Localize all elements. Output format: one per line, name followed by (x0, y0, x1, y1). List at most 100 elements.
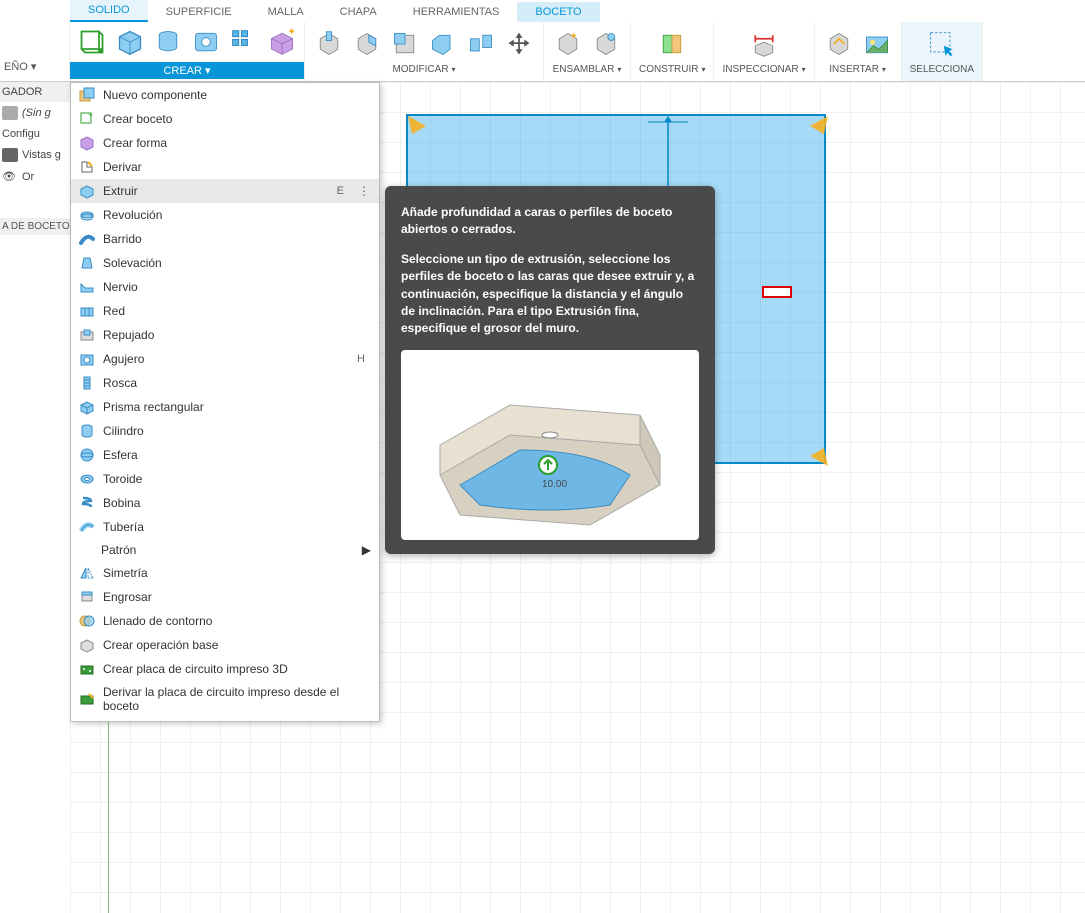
assemble-tool1-icon[interactable]: ✦ (552, 28, 584, 60)
menu-bobina[interactable]: Bobina (71, 491, 379, 515)
construir-label[interactable]: CONSTRUIR (639, 64, 705, 75)
menu-toroide[interactable]: Toroide (71, 467, 379, 491)
menu-derivar[interactable]: Derivar (71, 155, 379, 179)
folder-icon (2, 148, 18, 162)
modify-tool5-icon[interactable] (465, 28, 497, 60)
box-icon (79, 399, 95, 415)
menu-agujero[interactable]: AgujeroH (71, 347, 379, 371)
workspace-tabs: SOLIDO SUPERFICIE MALLA CHAPA HERRAMIENT… (0, 0, 1085, 22)
menu-crear-base[interactable]: Crear operación base (71, 633, 379, 657)
modify-tool3-icon[interactable] (389, 28, 421, 60)
menu-solevacion[interactable]: Solevación (71, 251, 379, 275)
insert-tool1-icon[interactable] (823, 28, 855, 60)
assemble-tool2-icon[interactable] (590, 28, 622, 60)
design-dropdown[interactable]: EÑO ▾ (0, 58, 40, 75)
menu-llenado[interactable]: Llenado de contorno (71, 609, 379, 633)
sphere-icon (79, 447, 95, 463)
loft-icon (79, 255, 95, 271)
torus-icon (79, 471, 95, 487)
svg-text:+: + (88, 111, 93, 120)
menu-crear-boceto[interactable]: +Crear boceto (71, 107, 379, 131)
menu-red[interactable]: Red (71, 299, 379, 323)
svg-text:✦: ✦ (570, 31, 578, 42)
menu-patron[interactable]: Patrón▶ (71, 539, 379, 561)
base-feature-icon (79, 637, 95, 653)
menu-simetria[interactable]: Simetría (71, 561, 379, 585)
create-menu: Nuevo componente +Crear boceto Crear for… (70, 82, 380, 722)
box-tool-icon[interactable] (114, 26, 146, 58)
tooltip-extrude: Añade profundidad a caras o perfiles de … (385, 186, 715, 554)
form-icon (79, 135, 95, 151)
dimension-flag[interactable] (762, 286, 792, 298)
menu-barrido[interactable]: Barrido (71, 227, 379, 251)
pcb-icon (79, 661, 95, 677)
svg-text:10.00: 10.00 (542, 479, 567, 490)
more-icon[interactable]: ⋮ (358, 184, 371, 198)
hole-tool-icon[interactable] (190, 26, 222, 58)
mirror-icon (79, 565, 95, 581)
inspeccionar-label[interactable]: INSPECCIONAR (722, 64, 805, 75)
menu-esfera[interactable]: Esfera (71, 443, 379, 467)
inspect-tool-icon[interactable] (748, 28, 780, 60)
browser-header: GADOR (0, 82, 70, 102)
form-tool-icon[interactable]: ✦ (266, 26, 298, 58)
menu-prisma[interactable]: Prisma rectangular (71, 395, 379, 419)
menu-rosca[interactable]: Rosca (71, 371, 379, 395)
coil-icon (79, 495, 95, 511)
menu-nervio[interactable]: Nervio (71, 275, 379, 299)
pcb-derive-icon (79, 691, 95, 707)
construct-tool-icon[interactable] (656, 28, 688, 60)
tab-superficie[interactable]: SUPERFICIE (148, 2, 250, 22)
menu-cilindro[interactable]: Cilindro (71, 419, 379, 443)
sketch-icon: + (79, 111, 95, 127)
ensamblar-label[interactable]: ENSAMBLAR (553, 64, 622, 75)
emboss-icon (79, 327, 95, 343)
modify-tool2-icon[interactable] (351, 28, 383, 60)
tab-chapa[interactable]: CHAPA (322, 2, 395, 22)
seleccionar-label[interactable]: SELECCIONA (910, 64, 974, 75)
pipe-icon (79, 519, 95, 535)
menu-extruir[interactable]: ExtruirE⋮ (71, 179, 379, 203)
menu-crear-placa[interactable]: Crear placa de circuito impreso 3D (71, 657, 379, 681)
component-icon (79, 87, 95, 103)
crear-dropdown[interactable]: CREAR ▾ (70, 62, 304, 79)
browser-item-config[interactable]: Configu (0, 124, 70, 144)
modificar-label[interactable]: MODIFICAR (392, 64, 455, 75)
insert-tool2-icon[interactable] (861, 28, 893, 60)
derive-icon (79, 159, 95, 175)
tooltip-illustration: 10.00 (401, 350, 699, 540)
hole-icon (79, 351, 95, 367)
menu-nuevo-componente[interactable]: Nuevo componente (71, 83, 379, 107)
thread-icon (79, 375, 95, 391)
cylinder-tool-icon[interactable] (152, 26, 184, 58)
move-tool-icon[interactable] (503, 28, 535, 60)
browser-item-unsaved[interactable]: (Sin g (0, 102, 70, 124)
select-tool-icon[interactable] (926, 28, 958, 60)
menu-revolucion[interactable]: Revolución (71, 203, 379, 227)
tab-malla[interactable]: MALLA (250, 2, 322, 22)
pattern-tool-icon[interactable] (228, 26, 260, 58)
menu-tuberia[interactable]: Tubería (71, 515, 379, 539)
menu-crear-forma[interactable]: Crear forma (71, 131, 379, 155)
browser-item-origen[interactable]: 👁Or (0, 166, 70, 188)
browser-panel: GADOR (Sin g Configu Vistas g 👁Or (0, 82, 70, 188)
menu-engrosar[interactable]: Engrosar (71, 585, 379, 609)
tab-boceto[interactable]: BOCETO (517, 2, 599, 22)
browser-item-vistas[interactable]: Vistas g (0, 144, 70, 166)
thicken-icon (79, 589, 95, 605)
submenu-arrow-icon: ▶ (362, 543, 371, 557)
sweep-icon (79, 231, 95, 247)
svg-text:✦: ✦ (287, 28, 296, 38)
revolve-icon (79, 207, 95, 223)
sketch-tool-icon[interactable] (76, 26, 108, 58)
extrude-icon (79, 183, 95, 199)
boundary-fill-icon (79, 613, 95, 629)
insertar-label[interactable]: INSERTAR (829, 64, 886, 75)
rib-icon (79, 279, 95, 295)
modify-tool1-icon[interactable] (313, 28, 345, 60)
menu-repujado[interactable]: Repujado (71, 323, 379, 347)
menu-derivar-placa[interactable]: Derivar la placa de circuito impreso des… (71, 681, 379, 717)
modify-tool4-icon[interactable] (427, 28, 459, 60)
tab-herramientas[interactable]: HERRAMIENTAS (395, 2, 518, 22)
tab-solido[interactable]: SOLIDO (70, 0, 148, 22)
